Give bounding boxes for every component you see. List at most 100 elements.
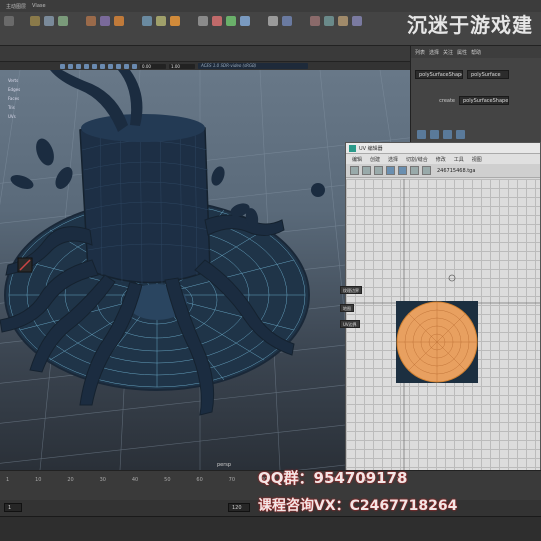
attr-row-create: create polySurfaceShape	[415, 96, 509, 105]
open-scene-icon[interactable]	[44, 16, 54, 26]
history-icon[interactable]	[198, 16, 208, 26]
uv-menu-modify[interactable]: 修改	[436, 156, 446, 163]
isolate-icon[interactable]	[132, 63, 137, 69]
select-tool-icon[interactable]	[86, 16, 96, 26]
attribute-editor-tabs: 列表 选择 关注 属性 帮助	[411, 46, 541, 58]
xray-icon[interactable]	[124, 63, 129, 69]
uv-menu-cut-sew[interactable]: 切割/缝合	[406, 156, 428, 163]
uv-texture-icon[interactable]	[410, 166, 419, 175]
stump-top	[81, 114, 205, 142]
hud-value	[36, 87, 64, 92]
map-button[interactable]: 地图	[340, 304, 354, 312]
hypershade-icon[interactable]	[282, 16, 292, 26]
uv-icon[interactable]	[338, 16, 348, 26]
poly-count-hud: Verts Edges Faces Tris UVs	[8, 78, 64, 119]
uv-menu-select[interactable]: 选择	[388, 156, 398, 163]
hud-value	[36, 105, 64, 110]
texture-file-name[interactable]: 246715468.tga	[437, 168, 475, 174]
show-icon[interactable]	[443, 130, 452, 139]
tab-help[interactable]: 帮助	[471, 49, 481, 56]
tick-label: 10	[35, 477, 42, 483]
uv-select-icon[interactable]	[350, 166, 359, 175]
surface-node-field[interactable]: polySurface	[467, 70, 509, 79]
hud-value	[36, 96, 64, 101]
camera-icon[interactable]	[268, 16, 278, 26]
smooth-shade-icon[interactable]	[92, 63, 97, 69]
bookmark-icon[interactable]	[68, 63, 73, 69]
range-end-field[interactable]: 120	[228, 503, 250, 512]
toolsettings-icon[interactable]	[352, 16, 362, 26]
camera-select-icon[interactable]	[60, 63, 65, 69]
color-transform-field[interactable]: ACES 1.0 SDR-video (sRGB)	[198, 63, 308, 69]
create-label: create	[439, 97, 455, 104]
wireframe-icon[interactable]	[84, 63, 89, 69]
hud-label-verts: Verts	[8, 78, 19, 83]
render-settings-icon[interactable]	[240, 16, 250, 26]
uv-rotate-icon[interactable]	[374, 166, 383, 175]
hud-label-edges: Edges	[8, 87, 21, 92]
hud-label-faces: Faces	[8, 96, 20, 101]
uv-editor-title: UV 编辑器	[359, 145, 383, 152]
uv-editor-menubar: 编辑 创建 选择 切割/缝合 修改 工具 视图	[346, 154, 540, 164]
viewport-toolbar: 0.00 1.00 ACES 1.0 SDR-video (sRGB)	[0, 62, 410, 70]
stump-trunk	[79, 118, 211, 284]
gamma-field[interactable]: 1.00	[169, 63, 195, 69]
outliner-icon[interactable]	[310, 16, 320, 26]
uv-shaded-icon[interactable]	[398, 166, 407, 175]
focus-icon[interactable]	[417, 130, 426, 139]
tab-list[interactable]: 列表	[415, 49, 425, 56]
uv-menu-create[interactable]: 创建	[370, 156, 380, 163]
ipr-render-icon[interactable]	[226, 16, 236, 26]
menu-item-layer[interactable]: 主动图层	[6, 3, 26, 10]
tick-label: 20	[67, 477, 74, 483]
shadows-icon[interactable]	[116, 63, 121, 69]
tick-label: 60	[196, 477, 203, 483]
lasso-tool-icon[interactable]	[100, 16, 110, 26]
uv-editor-toolbar: 246715468.tga	[346, 164, 540, 178]
graph-icon[interactable]	[324, 16, 334, 26]
tick-label: 50	[164, 477, 171, 483]
uv-editor-titlebar[interactable]: UV 编辑器	[346, 143, 540, 154]
uv-image-icon[interactable]	[422, 166, 431, 175]
shape-node-field[interactable]: polySurfaceShape40	[415, 70, 463, 79]
uv-menu-edit[interactable]: 编辑	[352, 156, 362, 163]
snap-grid-icon[interactable]	[142, 16, 152, 26]
tab-attributes[interactable]: 属性	[457, 49, 467, 56]
paint-tool-icon[interactable]	[114, 16, 124, 26]
grid-toggle-icon[interactable]	[76, 63, 81, 69]
textured-icon[interactable]	[100, 63, 105, 69]
lights-icon[interactable]	[108, 63, 113, 69]
command-line[interactable]	[0, 516, 541, 541]
hud-value	[36, 78, 64, 83]
uv-move-icon[interactable]	[362, 166, 371, 175]
tab-focus[interactable]: 关注	[443, 49, 453, 56]
uv-borders-button[interactable]: UV边界	[340, 320, 360, 328]
attr-icon-row	[417, 130, 465, 139]
uv-menu-view[interactable]: 视图	[472, 156, 482, 163]
hud-label-uvs: UVs	[8, 114, 16, 119]
exposure-field[interactable]: 0.00	[140, 63, 166, 69]
uv-menu-tools[interactable]: 工具	[454, 156, 464, 163]
menu-item-vlase[interactable]: Vlase	[32, 3, 46, 9]
tab-select[interactable]: 选择	[429, 49, 439, 56]
texture-borders-button[interactable]: 纹理边界	[340, 286, 362, 294]
hud-label-tris: Tris	[8, 105, 15, 110]
uv-checker-icon[interactable]	[386, 166, 395, 175]
shelf	[0, 46, 410, 62]
brand-watermark: 沉迷于游戏建	[407, 13, 533, 37]
attr-row-shape: polySurfaceShape40 polySurface	[415, 70, 509, 79]
snap-curve-icon[interactable]	[156, 16, 166, 26]
camera-label: persp	[217, 462, 232, 468]
uv-pivot-handle	[448, 274, 456, 282]
mode-icon[interactable]	[4, 16, 14, 26]
hide-icon[interactable]	[456, 130, 465, 139]
create-node-field[interactable]: polySurfaceShape	[459, 96, 509, 105]
snap-point-icon[interactable]	[170, 16, 180, 26]
presets-icon[interactable]	[430, 130, 439, 139]
range-start-field[interactable]: 1	[4, 503, 22, 512]
tick-label: 40	[131, 477, 139, 483]
render-icon[interactable]	[212, 16, 222, 26]
save-scene-icon[interactable]	[58, 16, 68, 26]
new-scene-icon[interactable]	[30, 16, 40, 26]
status-toolbar: 沉迷于游戏建	[0, 12, 541, 46]
